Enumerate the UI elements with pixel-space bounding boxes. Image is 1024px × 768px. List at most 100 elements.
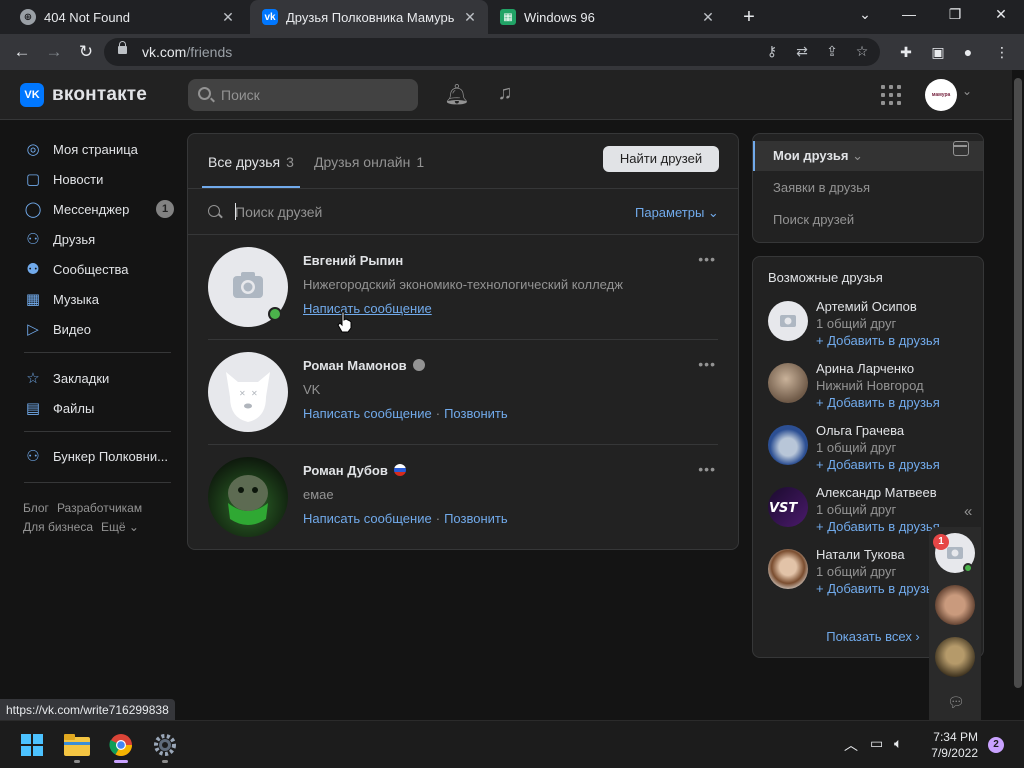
- call-link[interactable]: Позвонить: [444, 511, 508, 526]
- write-message-link[interactable]: Написать сообщение: [303, 406, 432, 421]
- apps-grid-icon[interactable]: [881, 85, 901, 105]
- share-icon[interactable]: ⇪: [822, 43, 842, 60]
- network-icon[interactable]: ▭: [870, 735, 883, 752]
- tab-windows96[interactable]: ▦ Windows 96 ✕: [488, 0, 726, 34]
- call-link[interactable]: Позвонить: [444, 406, 508, 421]
- avatar[interactable]: [208, 457, 288, 537]
- add-friend-link[interactable]: + Добавить в друзья: [816, 519, 940, 534]
- sidebar-item-news[interactable]: ▢ Новости: [20, 166, 176, 192]
- extensions-icon[interactable]: ✚: [896, 43, 916, 61]
- tab-all-friends[interactable]: Все друзья 3: [208, 154, 294, 170]
- avatar[interactable]: VST: [768, 487, 808, 527]
- file-explorer-icon[interactable]: [61, 729, 93, 761]
- star-icon[interactable]: ☆: [852, 43, 872, 60]
- close-window-icon[interactable]: ✕: [986, 6, 1016, 23]
- sidebar-item-video[interactable]: ▷ Видео: [20, 316, 176, 342]
- chevron-down-icon[interactable]: ⌄: [962, 84, 972, 98]
- footer-link-business[interactable]: Для бизнеса: [23, 520, 93, 534]
- avatar[interactable]: [768, 425, 808, 465]
- sidebar-item-group[interactable]: ⚇ Бункер Полковни...: [20, 443, 176, 469]
- suggestion-name[interactable]: Арина Ларченко: [816, 361, 914, 376]
- add-friend-link[interactable]: + Добавить в друзья: [816, 333, 940, 348]
- menu-my-friends[interactable]: Мои друзья ⌄: [753, 141, 983, 171]
- sidebar-item-files[interactable]: ▤ Файлы: [20, 395, 176, 421]
- new-tab-icon[interactable]: +: [738, 6, 760, 29]
- tab-404[interactable]: ⊕ 404 Not Found ✕: [8, 0, 246, 34]
- avatar[interactable]: [768, 363, 808, 403]
- reload-icon[interactable]: ↻: [74, 40, 98, 64]
- chat-bubble-icon[interactable]: 💬︎: [947, 694, 965, 711]
- menu-friend-requests[interactable]: Заявки в друзья: [753, 173, 983, 203]
- key-icon[interactable]: ⚷: [762, 43, 782, 60]
- more-options-icon[interactable]: •••: [698, 461, 716, 477]
- avatar[interactable]: [768, 549, 808, 589]
- music-note-icon[interactable]: ♫: [492, 82, 518, 105]
- calendar-icon[interactable]: [953, 141, 969, 156]
- sidebar-item-my-page[interactable]: ◎ Моя страница: [20, 136, 176, 162]
- sidebar-item-communities[interactable]: ⚉ Сообщества: [20, 256, 176, 282]
- sidebar-item-bookmarks[interactable]: ☆ Закладки: [20, 365, 176, 391]
- back-icon[interactable]: ←: [10, 40, 34, 64]
- add-friend-link[interactable]: + Добавить в друзья: [816, 395, 940, 410]
- side-panel-icon[interactable]: ▣: [928, 43, 948, 61]
- menu-kebab-icon[interactable]: ⋮: [992, 43, 1012, 61]
- avatar[interactable]: ✕ ✕: [208, 352, 288, 432]
- vk-brand[interactable]: вконтакте: [52, 84, 147, 106]
- translate-icon[interactable]: ⇄: [792, 43, 812, 60]
- tab-friends-online[interactable]: Друзья онлайн 1: [314, 154, 424, 170]
- friend-name[interactable]: Евгений Рыпин: [303, 253, 403, 268]
- add-friend-link[interactable]: + Добавить в друзья: [816, 581, 940, 596]
- vk-search-input[interactable]: Поиск: [188, 79, 418, 111]
- address-bar[interactable]: vk.com/friends ⚷ ⇄ ⇪ ☆: [104, 38, 880, 66]
- search-icon: [198, 87, 211, 100]
- sidebar-item-label: Сообщества: [53, 261, 129, 277]
- notification-count-badge[interactable]: 2: [988, 737, 1004, 753]
- avatar[interactable]: [768, 301, 808, 341]
- footer-link-developers[interactable]: Разработчикам: [57, 501, 142, 515]
- write-message-link[interactable]: Написать сообщение: [303, 301, 432, 316]
- collapse-chats-icon[interactable]: «: [964, 503, 972, 520]
- chevron-down-icon[interactable]: ⌄: [850, 6, 880, 23]
- footer-link-more[interactable]: Ещё ⌄: [101, 520, 139, 534]
- suggestion-name[interactable]: Артемий Осипов: [816, 299, 917, 314]
- sidebar-footer: Блог Разработчикам: [23, 501, 150, 515]
- sidebar-item-messenger[interactable]: ◯ Мессенджер 1: [20, 196, 176, 222]
- volume-icon[interactable]: 🔈︎: [894, 735, 902, 752]
- close-icon[interactable]: ✕: [462, 9, 478, 26]
- sidebar-item-friends[interactable]: ⚇ Друзья: [20, 226, 176, 252]
- friends-search-input[interactable]: Поиск друзей: [235, 204, 322, 220]
- friend-actions: Написать сообщение · Позвонить: [303, 406, 508, 421]
- parameters-dropdown[interactable]: Параметры ⌄: [635, 205, 719, 221]
- footer-link-blog[interactable]: Блог: [23, 501, 49, 515]
- windows-start-icon[interactable]: [16, 729, 48, 761]
- settings-gear-icon[interactable]: [149, 729, 181, 761]
- more-options-icon[interactable]: •••: [698, 356, 716, 372]
- suggestion-name[interactable]: Александр Матвеев: [816, 485, 937, 500]
- sidebar-item-music[interactable]: ▦ Музыка: [20, 286, 176, 312]
- friend-name[interactable]: Роман Мамонов: [303, 358, 425, 373]
- minimize-icon[interactable]: —: [894, 6, 924, 22]
- friend-name[interactable]: Роман Дубов: [303, 463, 406, 478]
- profile-avatar[interactable]: мамура: [925, 79, 957, 111]
- forward-icon[interactable]: →: [42, 40, 66, 64]
- chrome-icon[interactable]: [105, 729, 137, 761]
- suggestion-name[interactable]: Натали Тукова: [816, 547, 905, 562]
- find-friends-button[interactable]: Найти друзей: [603, 146, 719, 172]
- more-options-icon[interactable]: •••: [698, 251, 716, 267]
- scrollbar-thumb[interactable]: [1014, 78, 1022, 688]
- chat-avatar[interactable]: [935, 585, 975, 625]
- profile-icon[interactable]: ●: [958, 43, 978, 61]
- close-icon[interactable]: ✕: [700, 9, 716, 26]
- suggestion-name[interactable]: Ольга Грачева: [816, 423, 904, 438]
- tab-vk-friends[interactable]: vk Друзья Полковника Мамуры – ✕: [250, 0, 488, 34]
- write-message-link[interactable]: Написать сообщение: [303, 511, 432, 526]
- tray-chevron-up-icon[interactable]: ︿: [844, 735, 858, 755]
- menu-find-friends[interactable]: Поиск друзей: [753, 205, 983, 235]
- system-clock[interactable]: 7:34 PM 7/9/2022: [922, 729, 978, 761]
- bell-icon[interactable]: 🔔︎: [444, 82, 470, 107]
- vk-logo-icon[interactable]: VK: [20, 83, 44, 107]
- restore-icon[interactable]: ❐: [940, 6, 970, 23]
- add-friend-link[interactable]: + Добавить в друзья: [816, 457, 940, 472]
- close-icon[interactable]: ✕: [220, 9, 236, 26]
- chat-avatar[interactable]: [935, 637, 975, 677]
